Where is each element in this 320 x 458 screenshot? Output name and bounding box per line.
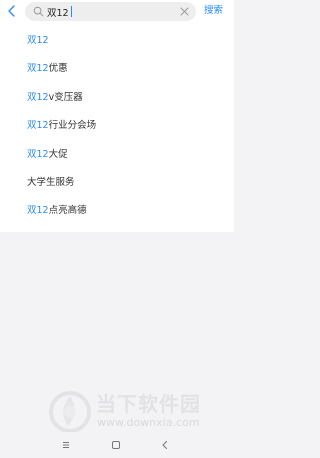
home-square-icon[interactable] <box>109 438 123 452</box>
suggestion-item[interactable]: 大学生服务 <box>27 176 75 190</box>
suggestion-highlight: 双12 <box>27 205 49 216</box>
suggestion-highlight: 双12 <box>27 120 49 131</box>
back-button[interactable] <box>4 3 20 19</box>
menu-icon[interactable] <box>59 438 73 452</box>
back-triangle-icon[interactable] <box>158 438 172 452</box>
system-nav-bar <box>0 432 234 458</box>
suggestion-item[interactable]: 双12大促 <box>27 148 68 162</box>
suggestion-text: 大学生服务 <box>27 177 75 188</box>
suggestion-highlight: 双12 <box>27 92 49 103</box>
text-caret <box>71 6 72 17</box>
search-box[interactable] <box>25 2 196 21</box>
search-icon <box>33 6 44 17</box>
suggestion-item[interactable]: 双12行业分会场 <box>27 119 96 133</box>
suggestion-text: 优惠 <box>48 63 68 74</box>
suggestion-item[interactable]: 双12 <box>27 34 49 48</box>
search-input[interactable] <box>47 4 167 19</box>
suggestion-text: 点亮高德 <box>48 205 87 216</box>
suggestion-highlight: 双12 <box>27 149 49 160</box>
suggestion-text: 大促 <box>48 149 68 160</box>
suggestion-text: v变压器 <box>48 92 83 103</box>
watermark-logo-icon <box>49 391 91 433</box>
suggestion-item[interactable]: 双12点亮高德 <box>27 204 87 218</box>
suggestion-highlight: 双12 <box>27 63 49 74</box>
suggestion-list: 双12 双12优惠 双12v变压器 双12行业分会场 双12大促 大学生服务 双… <box>0 24 234 232</box>
watermark-title: 当下软件园 <box>96 392 201 416</box>
close-icon[interactable] <box>179 6 190 17</box>
chevron-left-icon <box>8 5 15 17</box>
suggestion-highlight: 双12 <box>27 35 49 46</box>
suggestion-item[interactable]: 双12优惠 <box>27 62 68 76</box>
search-button[interactable]: 搜索 <box>204 4 223 18</box>
search-header: 搜索 <box>0 0 234 24</box>
suggestion-item[interactable]: 双12v变压器 <box>27 91 83 105</box>
watermark-url: www.downxia.com <box>97 416 200 429</box>
watermark: 当下软件园 www.downxia.com <box>48 388 218 434</box>
suggestion-text: 行业分会场 <box>48 120 97 131</box>
app-screen: 搜索 双12 双12优惠 双12v变压器 双12行业分会场 双12大促 大学生服… <box>0 0 234 458</box>
